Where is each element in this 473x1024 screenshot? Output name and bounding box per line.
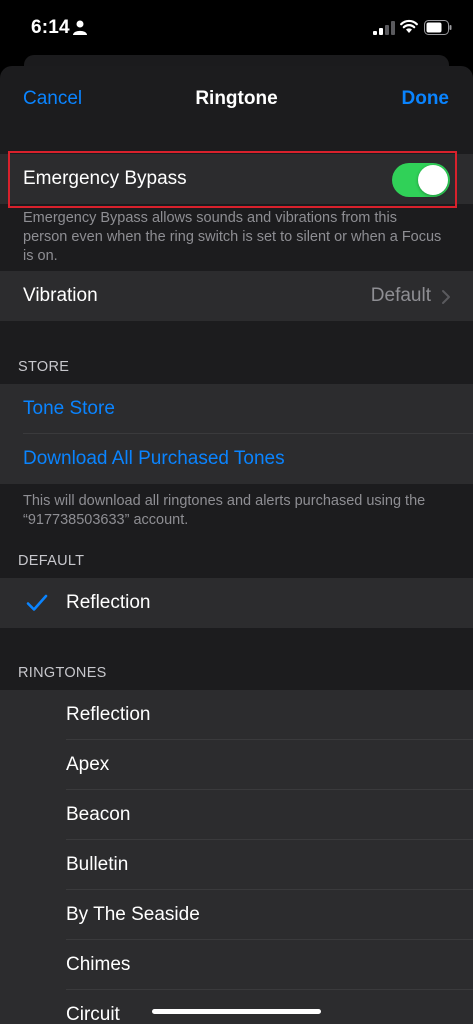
- ringtone-label: Apex: [66, 754, 110, 775]
- default-tone-row[interactable]: Reflection: [0, 578, 473, 628]
- download-all-purchased-link[interactable]: Download All Purchased Tones: [23, 448, 285, 470]
- toggle-knob: [418, 165, 448, 195]
- emergency-bypass-row: Emergency Bypass: [0, 154, 473, 204]
- store-footnote: This will download all ringtones and ale…: [23, 493, 426, 528]
- emergency-bypass-label: Emergency Bypass: [23, 168, 187, 189]
- emergency-bypass-footnote: Emergency Bypass allows sounds and vibra…: [23, 210, 442, 264]
- default-tone-label: Reflection: [66, 592, 151, 613]
- status-time: 6:14: [31, 17, 70, 38]
- ringtone-item[interactable]: By The Seaside: [0, 890, 473, 940]
- status-bar: 6:14: [0, 0, 473, 56]
- ringtone-item[interactable]: Beacon: [0, 790, 473, 840]
- ringtone-item[interactable]: Apex: [0, 740, 473, 790]
- cancel-button[interactable]: Cancel: [23, 88, 82, 110]
- wifi-icon: [400, 19, 418, 33]
- vibration-value: Default: [370, 285, 431, 306]
- chevron-right-icon: [442, 290, 450, 304]
- tone-store-row[interactable]: Tone Store: [0, 384, 473, 434]
- vibration-row[interactable]: Vibration Default: [0, 271, 473, 321]
- ringtone-item[interactable]: Chimes: [0, 940, 473, 990]
- ringtone-item[interactable]: Circuit: [0, 990, 473, 1024]
- ringtone-label: Reflection: [66, 704, 151, 725]
- ringtones-section-header: RINGTONES: [18, 665, 107, 681]
- home-indicator[interactable]: [152, 1009, 321, 1014]
- cellular-signal-icon: [373, 21, 395, 35]
- emergency-bypass-toggle[interactable]: [392, 163, 450, 197]
- default-section-header: DEFAULT: [18, 553, 85, 569]
- done-button[interactable]: Done: [402, 88, 450, 110]
- battery-icon: [424, 20, 452, 35]
- ringtone-label: Bulletin: [66, 854, 129, 875]
- ringtone-label: Beacon: [66, 804, 131, 825]
- ringtone-label: Chimes: [66, 954, 131, 975]
- download-all-row[interactable]: Download All Purchased Tones: [0, 434, 473, 484]
- ringtone-item[interactable]: Reflection: [0, 690, 473, 740]
- vibration-label: Vibration: [23, 285, 98, 306]
- ringtone-sheet: Cancel Ringtone Done Emergency Bypass Em…: [0, 66, 473, 1024]
- person-icon: [73, 20, 87, 35]
- checkmark-icon: [26, 594, 48, 611]
- store-section-header: STORE: [18, 359, 70, 375]
- ringtone-label: By The Seaside: [66, 904, 200, 925]
- ringtone-label: Circuit: [66, 1004, 120, 1024]
- navigation-bar: Cancel Ringtone Done: [0, 66, 473, 132]
- ringtone-item[interactable]: Bulletin: [0, 840, 473, 890]
- tone-store-link[interactable]: Tone Store: [23, 398, 115, 420]
